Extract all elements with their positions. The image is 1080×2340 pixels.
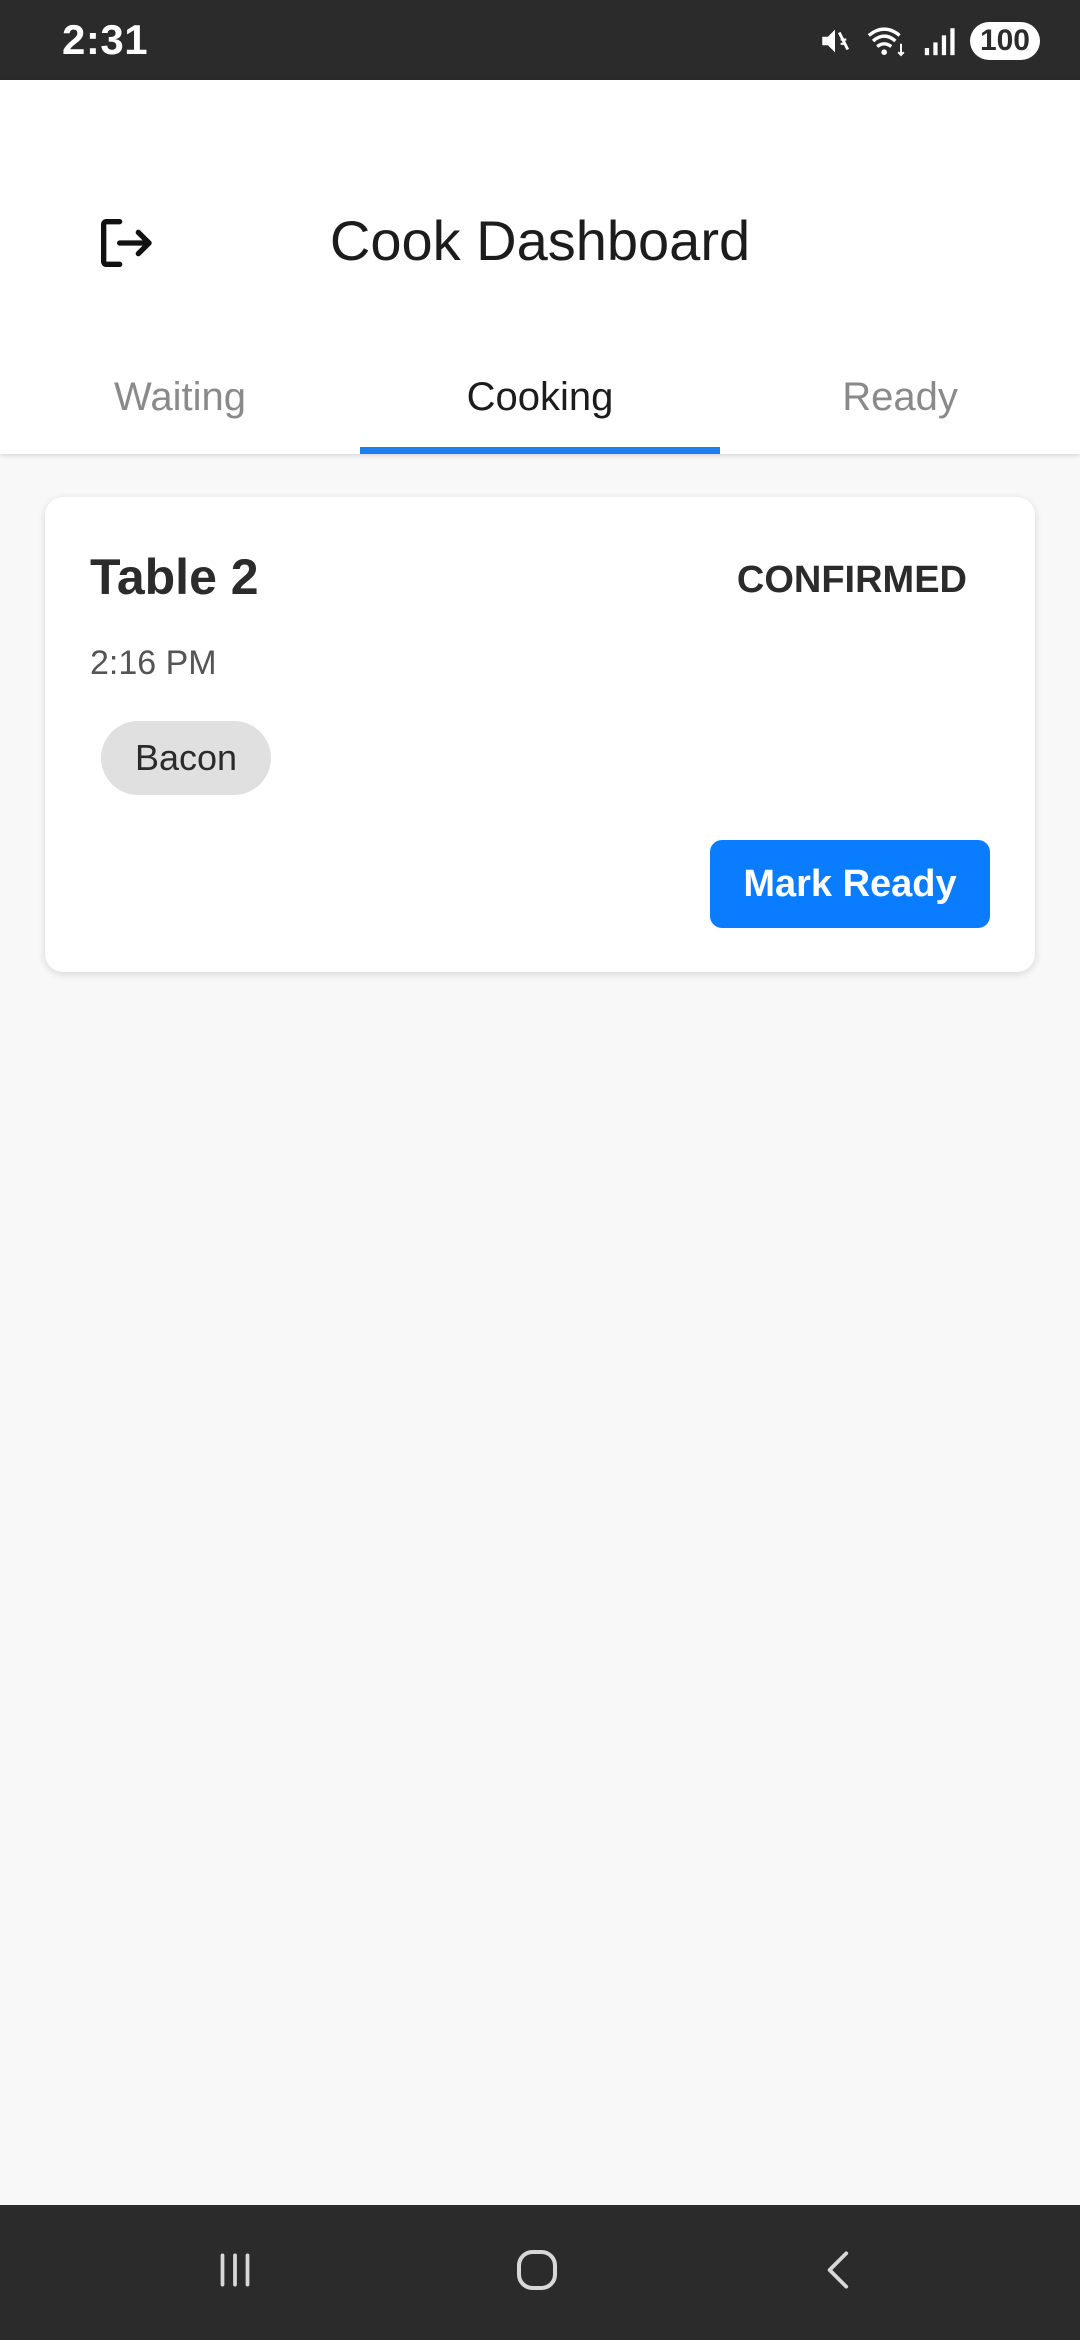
page-title: Cook Dashboard bbox=[329, 209, 751, 272]
home-button[interactable] bbox=[477, 2227, 597, 2317]
system-nav-bar bbox=[0, 2205, 1080, 2340]
back-button[interactable] bbox=[780, 2227, 900, 2317]
signal-icon bbox=[922, 24, 956, 58]
back-icon bbox=[815, 2245, 865, 2300]
status-icons: 100 bbox=[818, 20, 1040, 62]
recents-button[interactable] bbox=[175, 2227, 295, 2317]
battery-icon: 100 bbox=[969, 22, 1040, 60]
recents-icon bbox=[210, 2245, 260, 2300]
tab-waiting[interactable]: Waiting bbox=[0, 350, 360, 454]
wifi-icon bbox=[866, 24, 908, 58]
mute-icon bbox=[818, 24, 852, 58]
tab-bar: Waiting Cooking Ready bbox=[0, 350, 1080, 454]
mark-ready-button[interactable]: Mark Ready bbox=[710, 840, 990, 928]
order-item-chip: Bacon bbox=[101, 721, 272, 795]
status-time: 2:31 bbox=[62, 16, 149, 63]
order-time: 2:16 PM bbox=[90, 644, 217, 682]
status-bar: 2:31 100 bbox=[0, 0, 1080, 80]
app-header: Cook Dashboard Waiting Cooking Ready bbox=[0, 80, 1080, 454]
table-name: Table 2 bbox=[90, 549, 259, 605]
order-status-label: CONFIRMED bbox=[736, 559, 967, 601]
home-icon bbox=[510, 2243, 564, 2302]
tab-ready[interactable]: Ready bbox=[720, 350, 1080, 454]
order-card: Table 2 CONFIRMED 2:16 PM Bacon Mark Rea… bbox=[45, 497, 1035, 972]
tab-cooking[interactable]: Cooking bbox=[360, 350, 720, 454]
